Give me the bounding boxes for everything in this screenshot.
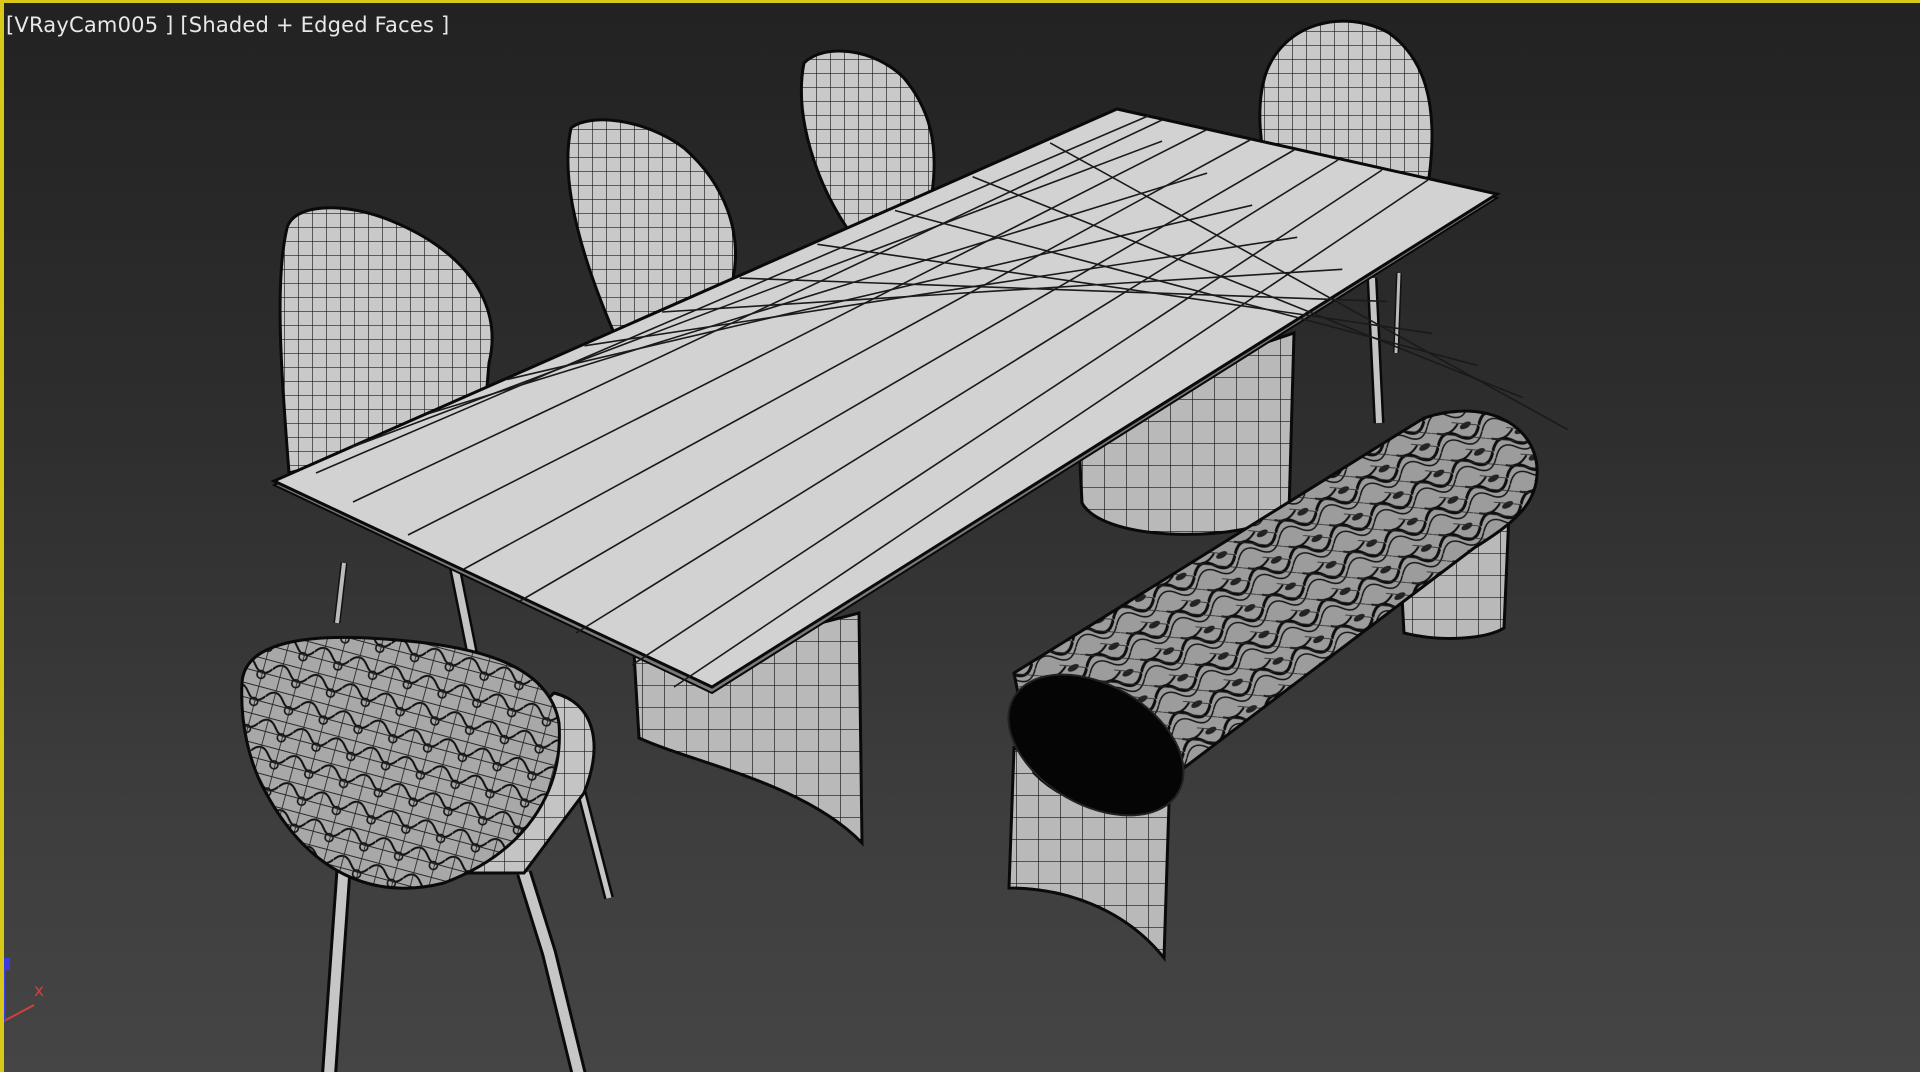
axis-tripod (4, 958, 35, 1022)
scene-canvas[interactable] (4, 3, 1920, 1072)
axis-x-label: x (34, 981, 45, 1001)
chair-front-shell[interactable] (240, 635, 614, 1072)
perspective-viewport[interactable]: [VRayCam005 ] [Shaded + Edged Faces ] x (0, 0, 1920, 1072)
viewport-label[interactable]: [VRayCam005 ] [Shaded + Edged Faces ] (6, 13, 449, 37)
z-axis-marker (4, 958, 10, 970)
